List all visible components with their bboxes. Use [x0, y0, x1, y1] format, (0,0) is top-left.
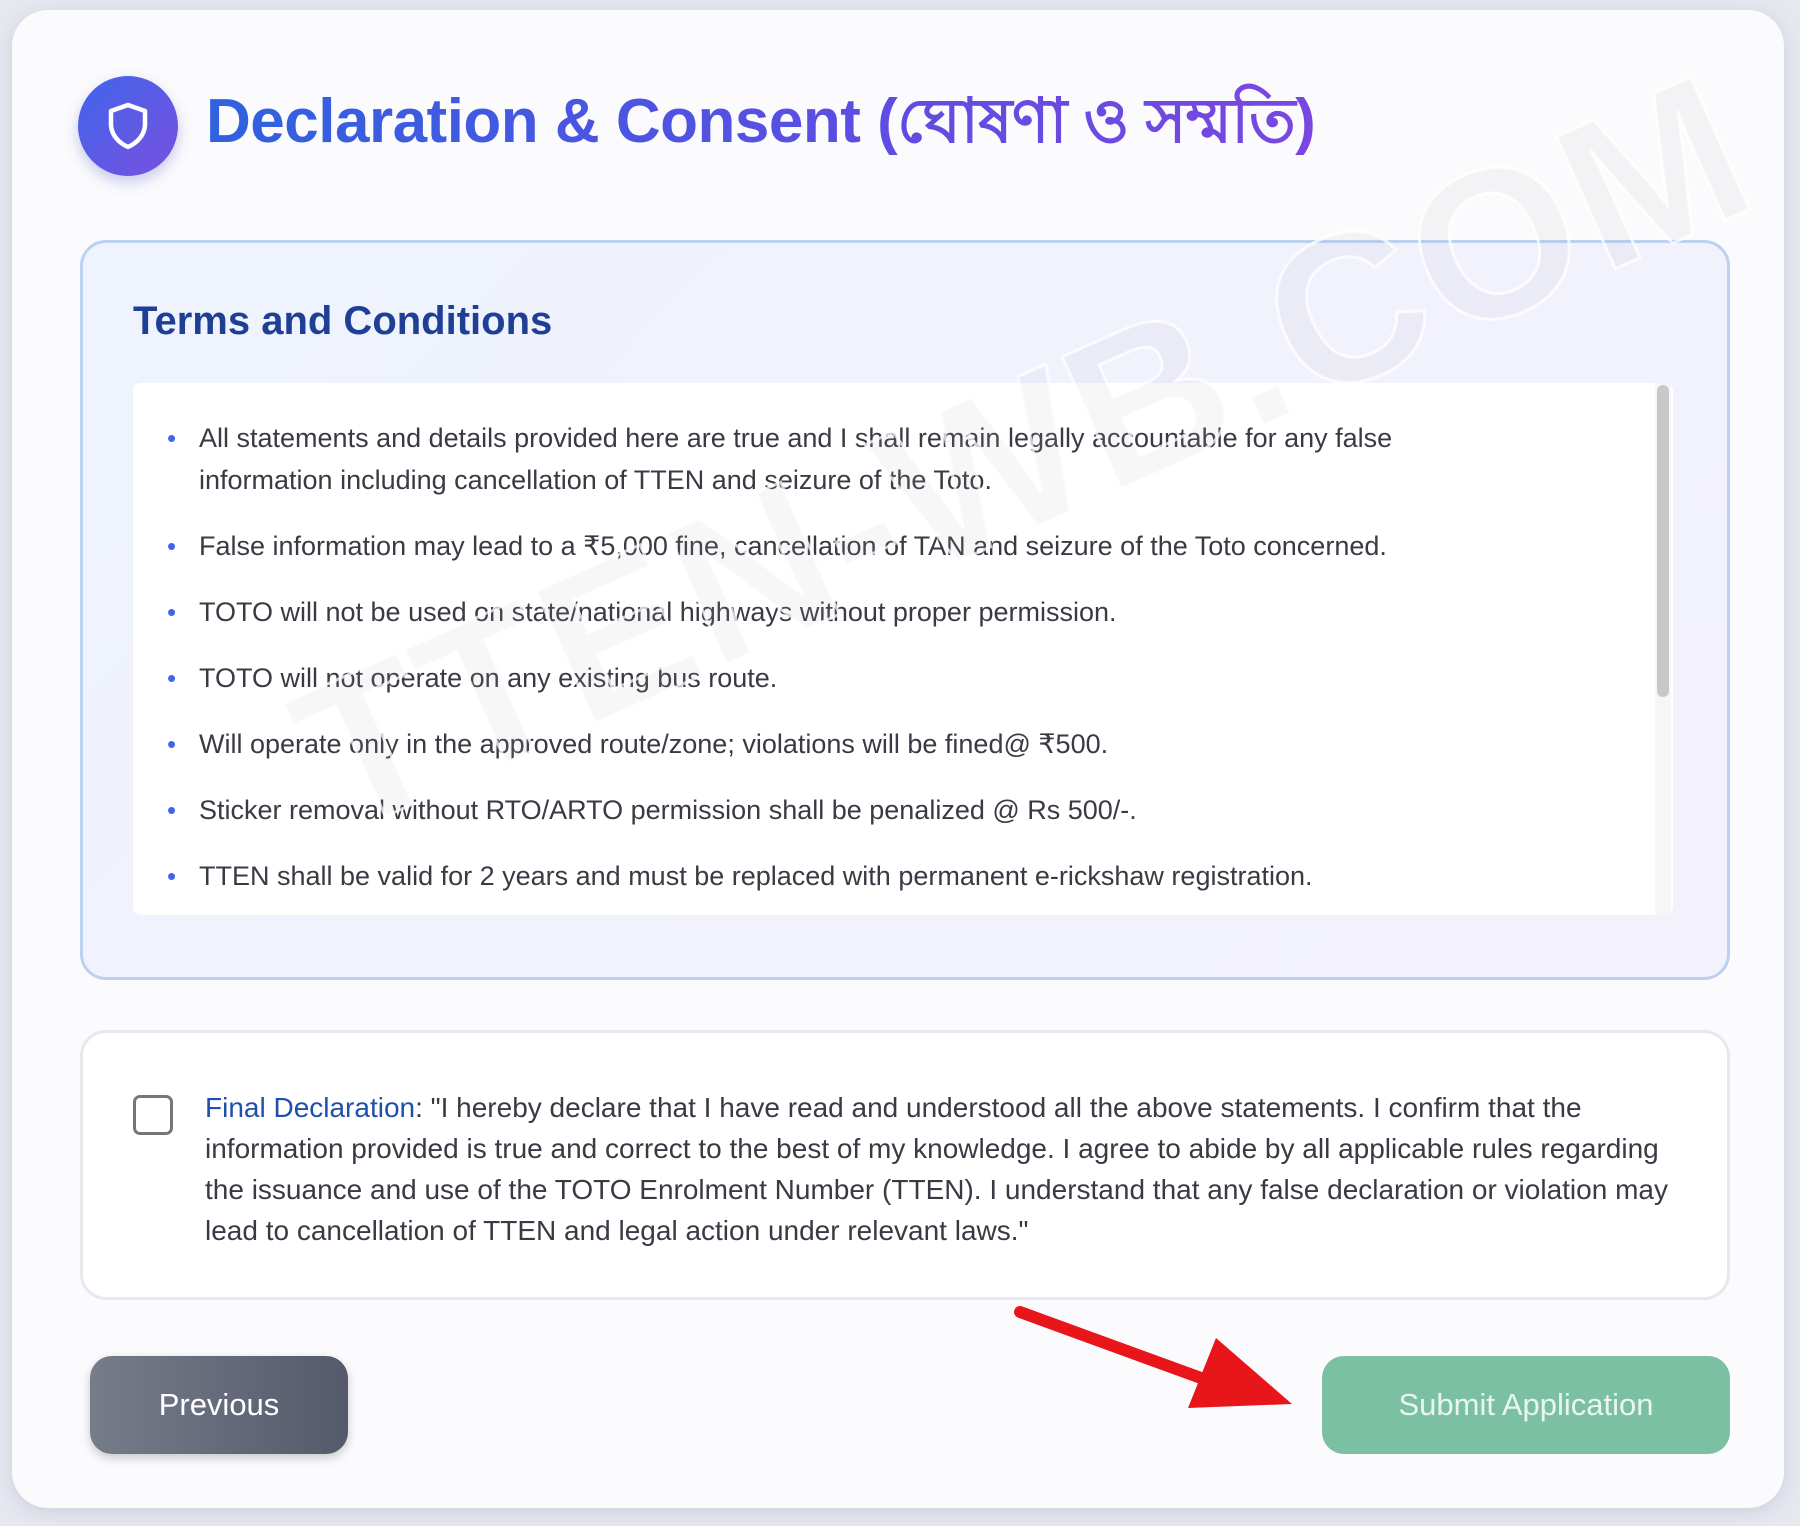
terms-scrollbar[interactable]: [1655, 383, 1671, 915]
declaration-body: : "I hereby declare that I have read and…: [205, 1092, 1668, 1246]
final-declaration-box: Final Declaration: "I hereby declare tha…: [80, 1030, 1730, 1300]
terms-scrollbar-thumb[interactable]: [1657, 385, 1669, 697]
terms-list[interactable]: All statements and details provided here…: [133, 383, 1673, 915]
section-header: Declaration & Consent (ঘোষণা ও সম্মতি): [78, 74, 1316, 177]
shield-icon: [108, 102, 148, 149]
terms-title: Terms and Conditions: [133, 299, 553, 343]
terms-item: TOTO will not operate on any existing bu…: [167, 657, 1473, 699]
shield-badge: [78, 75, 178, 176]
terms-item: Will operate only in the approved route/…: [167, 723, 1473, 765]
declaration-card: Declaration & Consent (ঘোষণা ও সম্মতি) T…: [12, 10, 1786, 1508]
submit-application-button[interactable]: Submit Application: [1322, 1356, 1730, 1454]
terms-panel: Terms and Conditions All statements and …: [80, 240, 1730, 980]
terms-item: Sticker removal without RTO/ARTO permiss…: [167, 789, 1473, 831]
declaration-label: Final Declaration: [205, 1092, 416, 1123]
terms-item: False information may lead to a ₹5,000 f…: [167, 525, 1473, 567]
declaration-text: Final Declaration: "I hereby declare tha…: [205, 1087, 1695, 1251]
terms-item: All statements and details provided here…: [167, 417, 1473, 501]
terms-item: TOTO will not be used on state/national …: [167, 591, 1473, 633]
terms-item: TTEN shall be valid for 2 years and must…: [167, 855, 1473, 897]
page-title: Declaration & Consent (ঘোষণা ও সম্মতি): [206, 74, 1316, 177]
previous-button[interactable]: Previous: [90, 1356, 348, 1454]
declaration-checkbox[interactable]: [133, 1095, 173, 1135]
red-arrow-annotation: [1014, 1306, 1292, 1408]
